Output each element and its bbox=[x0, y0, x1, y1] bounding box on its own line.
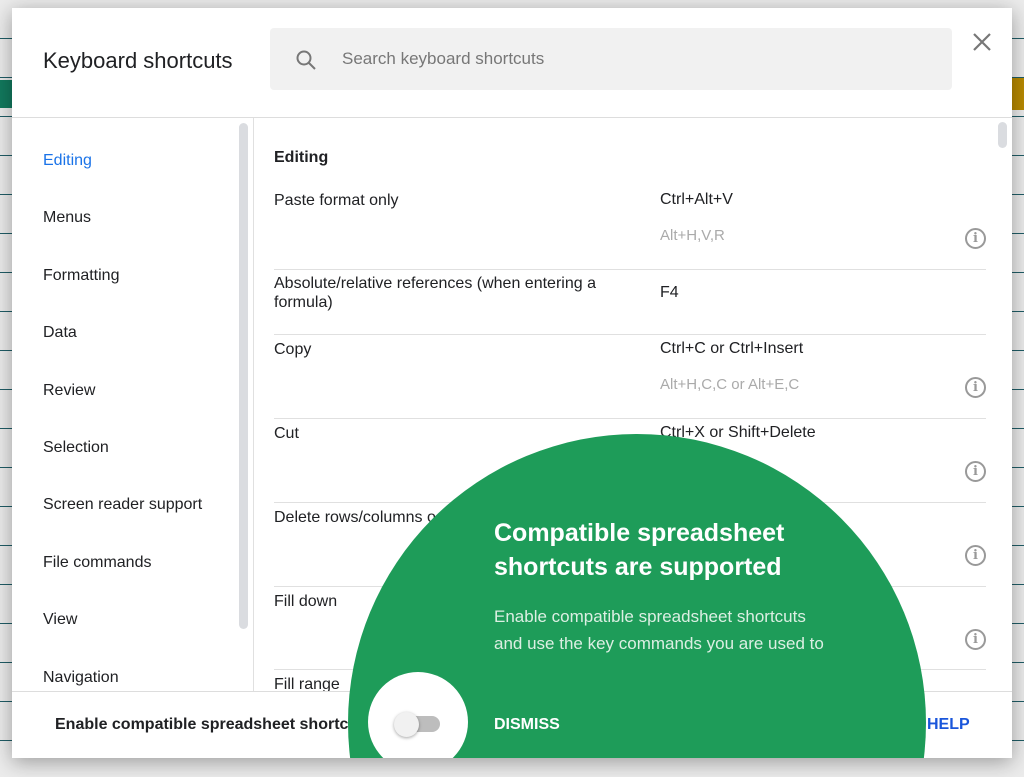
nav-scrollbar[interactable] bbox=[239, 123, 248, 629]
dialog-title: Keyboard shortcuts bbox=[43, 48, 233, 73]
search-icon bbox=[296, 50, 316, 70]
shortcut-label: Absolute/relative references (when enter… bbox=[274, 275, 596, 311]
nav-item-selection[interactable]: Selection bbox=[43, 439, 109, 457]
shortcut-row: Paste format only Ctrl+Alt+V Alt+H,V,R i bbox=[274, 191, 986, 270]
shortcut-row: Absolute/relative references (when enter… bbox=[274, 274, 986, 335]
info-icon[interactable]: i bbox=[965, 545, 986, 566]
section-heading: Editing bbox=[274, 149, 329, 166]
category-nav: Editing Menus Formatting Data Review Sel… bbox=[12, 118, 253, 691]
info-icon[interactable]: i bbox=[965, 377, 986, 398]
shortcut-label: Cut bbox=[274, 425, 299, 442]
nav-item-editing[interactable]: Editing bbox=[43, 152, 92, 170]
nav-item-review[interactable]: Review bbox=[43, 382, 95, 400]
shortcut-key: Ctrl+C or Ctrl+Insert bbox=[660, 340, 804, 357]
close-icon[interactable] bbox=[970, 30, 994, 54]
info-icon[interactable]: i bbox=[965, 629, 986, 650]
shortcut-label: Paste format only bbox=[274, 192, 399, 209]
info-icon[interactable]: i bbox=[965, 461, 986, 482]
compat-shortcuts-label: Enable compatible spreadsheet shortcuts bbox=[55, 716, 373, 733]
shortcut-alt-key: Alt+H,C,C or Alt+E,C bbox=[660, 376, 800, 393]
nav-item-navigation[interactable]: Navigation bbox=[43, 669, 119, 687]
shortcut-key: Ctrl+Alt+V bbox=[660, 191, 733, 208]
search-input[interactable] bbox=[342, 28, 922, 90]
nav-item-screen-reader[interactable]: Screen reader support bbox=[43, 496, 202, 514]
help-link[interactable]: HELP bbox=[927, 716, 970, 734]
nav-item-menus[interactable]: Menus bbox=[43, 209, 91, 227]
keyboard-shortcuts-dialog: Keyboard shortcuts Editing Menus Formatt… bbox=[12, 8, 1012, 758]
promo-body: Enable compatible spreadsheet shortcuts … bbox=[494, 607, 824, 653]
content-scrollbar[interactable] bbox=[998, 122, 1007, 148]
dismiss-button[interactable]: DISMISS bbox=[494, 716, 560, 734]
promo-title: Compatible spreadsheet shortcuts are sup… bbox=[494, 519, 785, 581]
nav-item-formatting[interactable]: Formatting bbox=[43, 267, 119, 285]
nav-item-file-commands[interactable]: File commands bbox=[43, 554, 151, 572]
toggle-thumb[interactable] bbox=[394, 712, 419, 737]
nav-item-view[interactable]: View bbox=[43, 611, 77, 629]
nav-item-data[interactable]: Data bbox=[43, 324, 77, 342]
shortcut-row: Copy Ctrl+C or Ctrl+Insert Alt+H,C,C or … bbox=[274, 340, 986, 419]
shortcut-label: Copy bbox=[274, 341, 312, 358]
shortcut-key: F4 bbox=[660, 284, 679, 301]
shortcut-alt-key: Alt+H,V,R bbox=[660, 227, 725, 244]
search-box[interactable] bbox=[270, 28, 952, 90]
info-icon[interactable]: i bbox=[965, 228, 986, 249]
